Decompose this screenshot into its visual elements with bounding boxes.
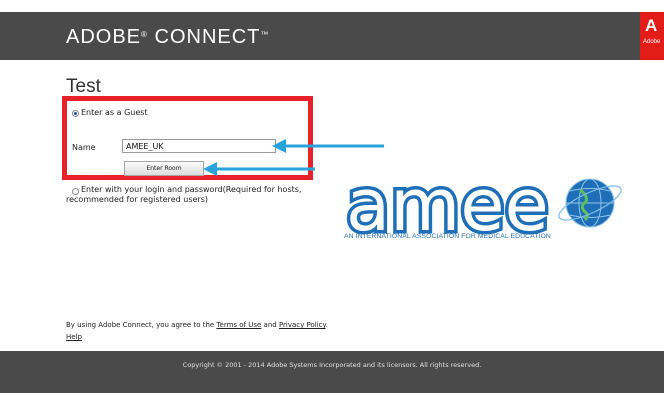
terms-of-use-link[interactable]: Terms of Use xyxy=(216,321,261,329)
copyright-text: Copyright © 2001 - 2014 Adobe Systems In… xyxy=(182,361,482,369)
brand-adobe: ADOBE xyxy=(66,26,142,48)
globe-icon xyxy=(558,178,622,228)
terms-and: and xyxy=(261,321,279,329)
guest-radio[interactable] xyxy=(72,110,79,117)
help-link[interactable]: Help xyxy=(66,333,82,341)
adobe-logo: A Adobe xyxy=(640,12,664,60)
adobe-connect-brand: ADOBE® CONNECT™ xyxy=(66,26,269,49)
top-margin xyxy=(0,0,664,12)
login-radio-label[interactable]: Enter with your login and password(Requi… xyxy=(66,185,346,205)
page-title: Test xyxy=(66,76,101,97)
annotation-arrow-button xyxy=(203,162,315,176)
terms-prefix: By using Adobe Connect, you agree to the xyxy=(66,321,217,329)
guest-radio-label[interactable]: Enter as a Guest xyxy=(81,108,148,117)
enter-room-button[interactable]: Enter Room xyxy=(124,161,204,176)
terms-notice: By using Adobe Connect, you agree to the… xyxy=(66,321,328,329)
footer-bar xyxy=(0,351,664,393)
terms-suffix: . xyxy=(325,321,328,329)
adobe-logo-text: Adobe xyxy=(643,39,661,45)
name-label: Name xyxy=(72,143,96,152)
adobe-logo-mark: A xyxy=(645,16,658,35)
brand-registered: ® xyxy=(141,30,148,39)
name-input[interactable] xyxy=(122,139,276,153)
annotation-arrow-name xyxy=(272,139,384,153)
privacy-policy-link[interactable]: Privacy Policy xyxy=(279,321,326,329)
amee-logo: amee xyxy=(343,160,622,251)
brand-trademark: ™ xyxy=(260,30,270,39)
brand-connect: CONNECT xyxy=(147,26,261,48)
amee-tagline: AN INTERNATIONAL ASSOCIATION FOR MEDICAL… xyxy=(344,233,551,240)
login-radio-text: Enter with your login and password(Requi… xyxy=(66,185,302,204)
